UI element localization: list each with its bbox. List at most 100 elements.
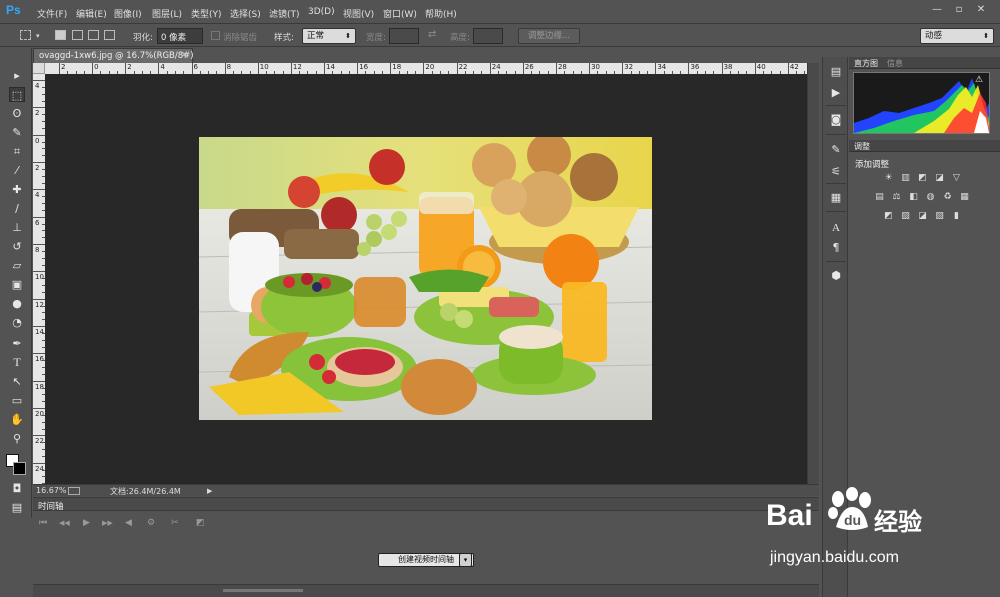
color-lookup-icon[interactable]: ▦ xyxy=(959,192,970,203)
ruler-origin[interactable] xyxy=(33,63,45,74)
menu-window[interactable]: 窗口(W) xyxy=(383,7,417,20)
zoom-level[interactable]: 16.67% xyxy=(36,486,67,495)
brush-tool-icon[interactable]: ∕ xyxy=(9,201,25,216)
menu-view[interactable]: 视图(V) xyxy=(343,7,374,20)
chevron-down-icon[interactable]: ▾ xyxy=(36,32,40,40)
workspace-select[interactable]: 动感 ⬍ xyxy=(920,28,994,44)
vertical-scrollbar[interactable] xyxy=(807,63,819,484)
refine-edge-button[interactable]: 调整边缘... xyxy=(518,28,580,44)
swap-icon[interactable]: ⇄ xyxy=(428,29,436,40)
document-image[interactable] xyxy=(199,137,652,420)
quick-selection-tool-icon[interactable]: ✎ xyxy=(9,125,25,140)
gradient-map-icon[interactable]: ▧ xyxy=(934,211,945,222)
timeline-zoom-slider[interactable] xyxy=(223,589,303,592)
vertical-ruler[interactable]: 4 2 0 2 4 6 8 10 12 14 16 18 20 22 24 xyxy=(33,74,45,484)
menu-layer[interactable]: 图层(L) xyxy=(152,7,182,20)
menu-3d[interactable]: 3D(D) xyxy=(308,7,335,17)
menu-type[interactable]: 类型(Y) xyxy=(191,7,222,20)
style-select[interactable]: 正常 ⬍ xyxy=(302,28,356,44)
pen-tool-icon[interactable]: ✒ xyxy=(9,336,25,351)
clone-stamp-tool-icon[interactable]: ⊥ xyxy=(9,220,25,235)
minimize-button[interactable]: — xyxy=(927,3,947,17)
actions-play-icon[interactable]: ▶ xyxy=(829,86,843,100)
lasso-tool-icon[interactable]: ʘ xyxy=(9,106,25,121)
properties-icon[interactable]: ◙ xyxy=(829,113,843,127)
doc-info-icon[interactable] xyxy=(68,487,80,495)
screen-mode-icon[interactable]: ▤ xyxy=(9,500,25,515)
horizontal-ruler[interactable]: 2 0 2 4 6 8 10 12 14 16 18 20 22 24 26 28 30 32 34 36 38 40 42 xyxy=(45,63,807,74)
channel-mixer-icon[interactable]: ♻ xyxy=(942,192,953,203)
hue-saturation-icon[interactable]: ▤ xyxy=(874,192,885,203)
background-color-swatch[interactable] xyxy=(13,462,26,475)
menu-filter[interactable]: 滤镜(T) xyxy=(269,7,300,20)
quick-mask-icon[interactable]: ◘ xyxy=(9,481,25,496)
feather-input[interactable]: 0 像素 xyxy=(157,28,203,44)
chevron-down-icon[interactable]: ▾ xyxy=(459,553,472,567)
photo-filter-icon[interactable]: ◍ xyxy=(925,192,936,203)
menu-help[interactable]: 帮助(H) xyxy=(425,7,457,20)
split-icon[interactable]: ✂ xyxy=(171,518,179,528)
next-frame-icon[interactable]: ▶▶ xyxy=(102,519,113,527)
height-input[interactable] xyxy=(473,28,503,44)
restore-button[interactable]: ▫ xyxy=(949,3,969,17)
antialias-checkbox[interactable] xyxy=(211,31,220,40)
menu-edit[interactable]: 编辑(E) xyxy=(76,7,107,20)
gradient-tool-icon[interactable]: ▣ xyxy=(9,277,25,292)
3d-icon[interactable]: ⬢ xyxy=(829,269,843,283)
new-selection-icon[interactable] xyxy=(55,30,66,40)
audio-icon[interactable]: ◀ xyxy=(125,518,132,528)
threshold-icon[interactable]: ◪ xyxy=(917,211,928,222)
selective-color-icon[interactable]: ▮ xyxy=(951,211,962,222)
play-icon[interactable]: ▶ xyxy=(83,518,90,528)
timeline-tab[interactable]: 时间轴 xyxy=(33,498,819,512)
add-selection-icon[interactable] xyxy=(72,30,83,40)
tab-histogram[interactable]: 直方图 xyxy=(854,58,878,69)
settings-icon[interactable]: ⚙ xyxy=(147,518,155,528)
healing-brush-tool-icon[interactable]: ✚ xyxy=(9,182,25,197)
history-brush-tool-icon[interactable]: ↺ xyxy=(9,239,25,254)
menu-select[interactable]: 选择(S) xyxy=(230,7,261,20)
hand-tool-icon[interactable]: ✋ xyxy=(9,412,25,427)
type-tool-icon[interactable]: T xyxy=(9,355,25,370)
close-button[interactable]: ✕ xyxy=(971,3,991,17)
posterize-icon[interactable]: ▨ xyxy=(900,211,911,222)
transition-icon[interactable]: ◩ xyxy=(196,518,205,528)
subtract-selection-icon[interactable] xyxy=(88,30,99,40)
menu-image[interactable]: 图像(I) xyxy=(114,7,142,20)
tool-presets-icon[interactable]: ▦ xyxy=(829,191,843,205)
crop-tool-icon[interactable]: ⌗ xyxy=(9,144,25,159)
document-tab[interactable]: ovaggd-1xw6.jpg @ 16.7%(RGB/8#) × xyxy=(33,48,194,63)
intersect-selection-icon[interactable] xyxy=(104,30,115,40)
history-icon[interactable]: ▤ xyxy=(829,65,843,79)
clone-source-icon[interactable]: ⚟ xyxy=(829,165,843,179)
close-icon[interactable]: × xyxy=(180,50,188,60)
brush-presets-icon[interactable]: ✎ xyxy=(829,143,843,157)
first-frame-icon[interactable]: ⏮ xyxy=(39,518,47,528)
previous-frame-icon[interactable]: ◀◀ xyxy=(59,519,70,527)
dodge-tool-icon[interactable]: ◔ xyxy=(9,315,25,330)
path-selection-tool-icon[interactable]: ↖ xyxy=(9,374,25,389)
exposure-icon[interactable]: ◪ xyxy=(934,173,945,184)
marquee-tool-preset-icon[interactable] xyxy=(20,30,31,40)
move-tool-icon[interactable]: ▸ xyxy=(9,68,25,83)
menu-file[interactable]: 文件(F) xyxy=(37,7,67,20)
tab-info[interactable]: 信息 xyxy=(887,58,903,69)
black-white-icon[interactable]: ◧ xyxy=(908,192,919,203)
rectangular-marquee-tool-icon[interactable]: ⬚ xyxy=(9,87,25,102)
invert-icon[interactable]: ◩ xyxy=(883,211,894,222)
blur-tool-icon[interactable]: ● xyxy=(9,296,25,311)
paragraph-icon[interactable]: ¶ xyxy=(829,241,843,255)
eyedropper-tool-icon[interactable]: ⁄ xyxy=(9,163,25,178)
tab-adjustments[interactable]: 调整 xyxy=(854,141,870,152)
color-balance-icon[interactable]: ⚖ xyxy=(891,192,902,203)
levels-icon[interactable]: ▥ xyxy=(900,173,911,184)
zoom-tool-icon[interactable]: ⚲ xyxy=(9,431,25,446)
brightness-contrast-icon[interactable]: ☀ xyxy=(883,173,894,184)
warning-icon[interactable]: ⚠ xyxy=(975,75,983,85)
status-menu-arrow[interactable]: ▶ xyxy=(207,487,212,495)
eraser-tool-icon[interactable]: ▱ xyxy=(9,258,25,273)
curves-icon[interactable]: ◩ xyxy=(917,173,928,184)
width-input[interactable] xyxy=(389,28,419,44)
character-icon[interactable]: A xyxy=(829,221,843,235)
vibrance-icon[interactable]: ▽ xyxy=(951,173,962,184)
